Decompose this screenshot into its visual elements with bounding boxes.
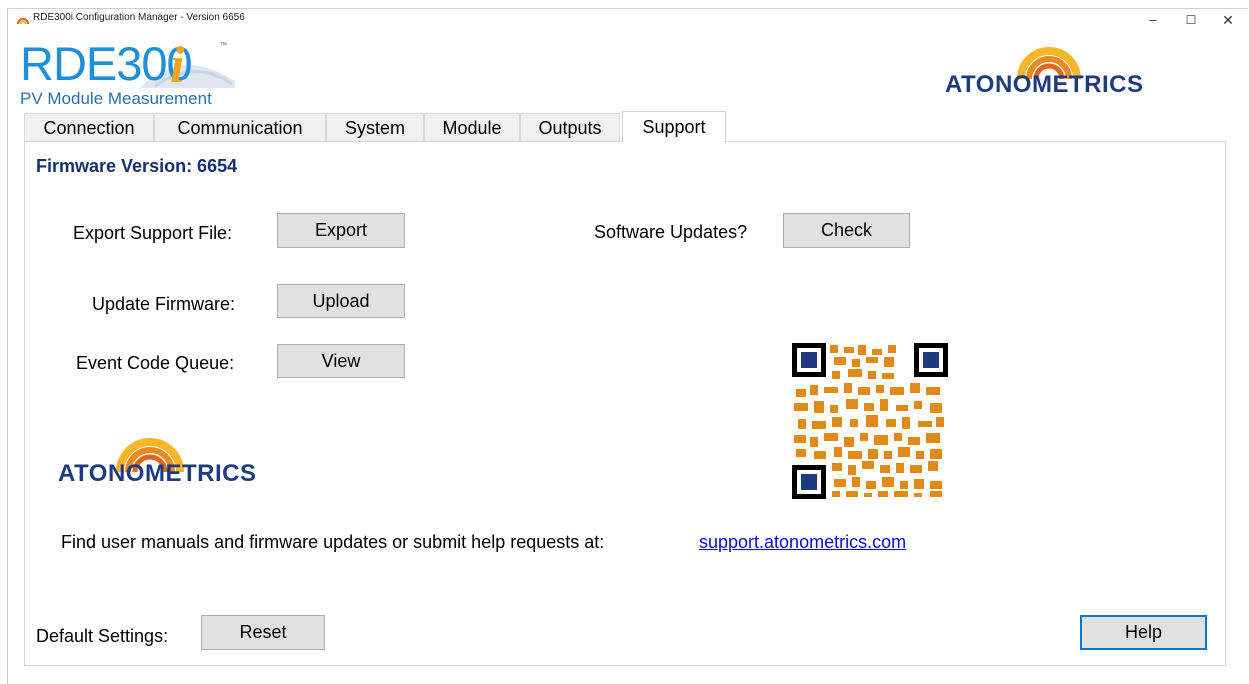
logo-trademark: ™ (220, 42, 227, 49)
title-bar: RDE300i Configuration Manager - Version … (8, 9, 1248, 31)
tab-connection[interactable]: Connection (24, 113, 154, 142)
logo-company-name: ATONOMETRICS (58, 460, 257, 487)
logo-subtitle: PV Module Measurement (20, 89, 212, 108)
support-site-link[interactable]: support.atonometrics.com (699, 532, 906, 553)
rde300i-logo: RDE300 i ™ PV Module Measurement (20, 36, 240, 108)
close-icon[interactable]: ✕ (1212, 9, 1244, 31)
tab-communication[interactable]: Communication (154, 113, 326, 142)
window-title: RDE300i Configuration Manager - Version … (33, 12, 245, 23)
upload-firmware-button[interactable]: Upload (277, 284, 405, 318)
update-firmware-label: Update Firmware: (92, 294, 236, 314)
support-help-text: Find user manuals and firmware updates o… (61, 532, 605, 552)
software-updates-label: Software Updates? (594, 222, 748, 242)
tab-module[interactable]: Module (424, 113, 520, 142)
firmware-version: Firmware Version: 6654 (36, 156, 238, 176)
support-qr-code[interactable] (792, 343, 948, 499)
tab-support[interactable]: Support (622, 111, 726, 143)
logo-brand: RDE300 (20, 37, 193, 90)
reset-defaults-button[interactable]: Reset (201, 615, 325, 650)
export-button[interactable]: Export (277, 213, 405, 248)
logo-brand-suffix: i (170, 37, 185, 94)
view-event-queue-button[interactable]: View (277, 344, 405, 378)
event-code-queue-label: Event Code Queue: (76, 353, 235, 373)
tab-system[interactable]: System (326, 113, 424, 142)
tab-outputs[interactable]: Outputs (520, 113, 620, 142)
logo-company-name: ATONOMETRICS (945, 71, 1144, 98)
app-icon (17, 17, 29, 25)
support-panel (24, 141, 1226, 666)
atonometrics-logo-header: ATONOMETRICS (945, 45, 1155, 100)
minimize-icon[interactable]: – (1137, 9, 1169, 31)
check-updates-button[interactable]: Check (783, 213, 910, 248)
maximize-icon[interactable]: ☐ (1175, 9, 1207, 31)
export-support-label: Export Support File: (73, 223, 233, 243)
help-button[interactable]: Help (1080, 615, 1207, 650)
default-settings-label: Default Settings: (36, 626, 169, 646)
atonometrics-logo-body: ATONOMETRICS (58, 432, 273, 490)
